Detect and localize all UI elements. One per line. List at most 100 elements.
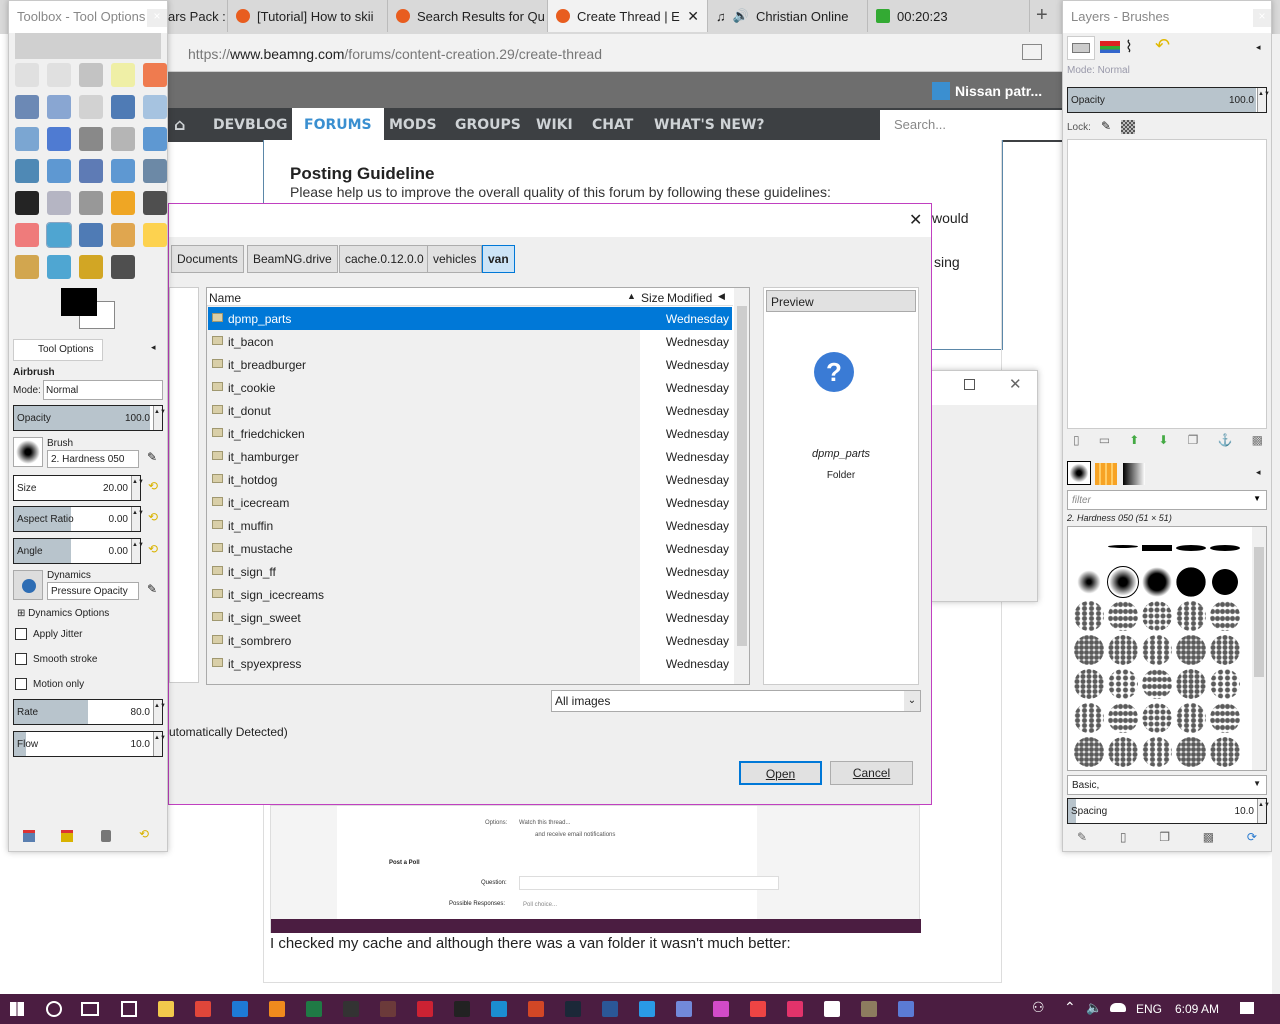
onedrive-icon[interactable] — [1110, 1003, 1126, 1012]
flip-tool-icon[interactable] — [111, 159, 135, 183]
word-taskbar-icon[interactable] — [602, 1001, 618, 1017]
tab-christian-online[interactable]: ♫ 🔊 Christian Online — [708, 0, 868, 32]
brush-item[interactable] — [1176, 635, 1206, 665]
tab-gradients[interactable] — [1123, 463, 1145, 485]
layer-opacity-slider[interactable]: Opacity 100.0 ▲▼ — [1067, 87, 1270, 113]
new-brush-icon[interactable]: ▯ — [1120, 830, 1127, 844]
file-explorer-taskbar-icon[interactable] — [158, 1001, 174, 1017]
show-hidden-icons[interactable]: ⌃ — [1064, 999, 1076, 1016]
lower-layer-icon[interactable]: ⬇ — [1158, 433, 1168, 447]
pencil-tool-icon[interactable] — [111, 191, 135, 215]
game-3-taskbar-icon[interactable] — [417, 1001, 433, 1017]
brush-grid[interactable] — [1067, 526, 1267, 771]
brush-item[interactable] — [1142, 669, 1172, 699]
brush-item[interactable] — [1108, 601, 1138, 631]
nav-mods[interactable]: MODS — [389, 108, 437, 142]
brush-item[interactable] — [1142, 635, 1172, 665]
scissors-select-tool-icon[interactable] — [15, 95, 39, 119]
heal-tool-icon[interactable] — [143, 223, 167, 247]
file-row[interactable]: it_hamburger Wednesday — [208, 445, 732, 468]
mode-select[interactable]: Normal — [43, 380, 163, 400]
game-4-taskbar-icon[interactable] — [454, 1001, 470, 1017]
task-view-icon[interactable] — [81, 1002, 99, 1016]
delete-options-icon[interactable] — [101, 830, 111, 842]
close-icon[interactable]: × — [1253, 9, 1271, 27]
crop-tool-icon[interactable] — [111, 127, 135, 151]
spin-arrows[interactable]: ▲▼ — [153, 700, 166, 724]
brush-item[interactable] — [1210, 601, 1240, 631]
app-pink-taskbar-icon[interactable] — [713, 1001, 729, 1017]
brush-item[interactable] — [1108, 545, 1138, 548]
file-list-scrollbar[interactable] — [734, 288, 749, 684]
duplicate-layer-icon[interactable]: ❐ — [1188, 433, 1199, 447]
tab-undo-history[interactable]: ↶ — [1155, 35, 1170, 56]
brush-item[interactable] — [1142, 601, 1172, 631]
file-row[interactable]: it_bacon Wednesday — [208, 330, 732, 353]
dialog-close-icon[interactable]: ✕ — [909, 210, 922, 230]
panel-menu-icon[interactable]: ◂ — [1256, 42, 1261, 53]
col-modified-header[interactable]: Modified — [667, 291, 712, 305]
spin-arrows[interactable]: ▲▼ — [153, 732, 166, 756]
brush-item[interactable] — [1074, 567, 1104, 597]
reset-aspect-icon[interactable]: ⟲ — [148, 510, 158, 524]
close-icon[interactable]: × — [147, 9, 167, 27]
save-options-icon[interactable] — [23, 830, 35, 842]
path-button-van[interactable]: van — [482, 245, 515, 273]
open-button[interactable]: Open — [739, 761, 822, 785]
brush-item[interactable] — [1210, 703, 1240, 733]
dynamics-field[interactable]: Pressure Opacity — [47, 582, 139, 600]
brush-item[interactable] — [1074, 601, 1104, 631]
brush-item[interactable] — [1107, 566, 1139, 598]
tab-timer[interactable]: 00:20:23 — [868, 0, 1030, 32]
rotate-tool-icon[interactable] — [143, 127, 167, 151]
spin-arrows[interactable]: ▲▼ — [131, 476, 144, 500]
file-row[interactable]: it_friedchicken Wednesday — [208, 422, 732, 445]
game-2-taskbar-icon[interactable] — [380, 1001, 396, 1017]
brush-item[interactable] — [1176, 601, 1206, 631]
clone-tool-icon[interactable] — [111, 223, 135, 247]
home-icon[interactable]: ⌂ — [174, 108, 185, 142]
file-row[interactable]: it_mustache Wednesday — [208, 537, 732, 560]
reset-angle-icon[interactable]: ⟲ — [148, 542, 158, 556]
layer-mode-select[interactable]: Mode: Normal — [1067, 65, 1267, 85]
brush-item[interactable] — [1074, 635, 1104, 665]
spin-arrows[interactable]: ▲▼ — [153, 406, 166, 430]
spin-arrows[interactable]: ▲▼ — [131, 539, 144, 563]
start-button[interactable] — [10, 1002, 24, 1016]
scale-tool-icon[interactable] — [15, 159, 39, 183]
file-row[interactable]: dpmp_parts Wednesday — [208, 307, 732, 330]
layers-list[interactable] — [1067, 139, 1267, 429]
delete-layer-icon[interactable]: ▩ — [1252, 433, 1263, 447]
apply-jitter-checkbox[interactable] — [15, 628, 27, 640]
path-button-vehicles[interactable]: vehicles — [427, 245, 483, 273]
opacity-slider[interactable]: Opacity 100.0 ▲▼ — [13, 405, 166, 431]
close-tab-icon[interactable]: ✕ — [687, 8, 699, 25]
file-row[interactable]: it_breadburger Wednesday — [208, 353, 732, 376]
size-slider[interactable]: Size 20.00 ▲▼ — [13, 475, 144, 501]
flow-slider[interactable]: Flow 10.0 ▲▼ — [13, 731, 166, 757]
rate-slider[interactable]: Rate 80.0 ▲▼ — [13, 699, 166, 725]
paint-taskbar-icon[interactable] — [750, 1001, 766, 1017]
powerpoint-taskbar-icon[interactable] — [528, 1001, 544, 1017]
perspective-tool-icon[interactable] — [79, 159, 103, 183]
scrollbar-thumb[interactable] — [737, 306, 747, 646]
file-row[interactable]: it_spyexpress Wednesday — [208, 652, 732, 675]
tab-paths[interactable]: ⌇ — [1125, 37, 1133, 57]
places-pane[interactable] — [169, 287, 199, 683]
file-type-filter-select[interactable]: All images ⌄ — [551, 690, 921, 712]
chrome-taskbar-icon[interactable] — [195, 1001, 211, 1017]
brush-item[interactable] — [1108, 635, 1138, 665]
firefox-taskbar-icon[interactable] — [269, 1001, 285, 1017]
gimp-taskbar-icon[interactable] — [861, 1001, 877, 1017]
file-type-label[interactable]: utomatically Detected) — [169, 725, 288, 739]
brush-item[interactable] — [1074, 737, 1104, 767]
zoom-tool-icon[interactable] — [143, 95, 167, 119]
aspect-ratio-slider[interactable]: Aspect Ratio 0.00 ▲▼ — [13, 506, 144, 532]
panel-menu-icon[interactable]: ◂ — [1256, 467, 1261, 478]
brush-item[interactable] — [1210, 567, 1240, 597]
spacing-slider[interactable]: Spacing 10.0 ▲▼ — [1067, 798, 1270, 824]
bucket-fill-tool-icon[interactable] — [47, 191, 71, 215]
duplicate-brush-icon[interactable]: ❐ — [1159, 830, 1170, 844]
align-tool-icon[interactable] — [79, 127, 103, 151]
cortana-search-icon[interactable] — [46, 1001, 62, 1017]
